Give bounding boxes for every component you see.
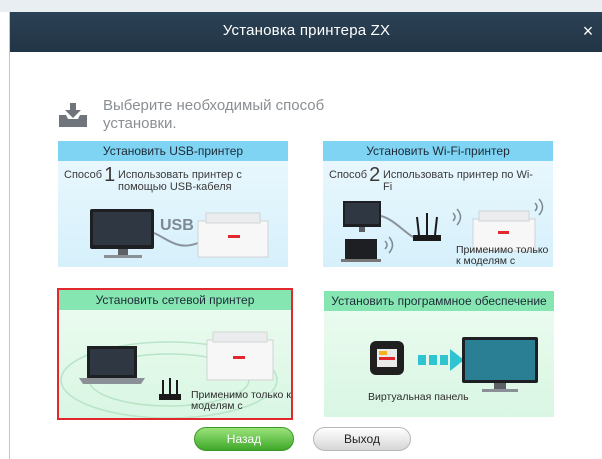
network-printer-card[interactable]: Установить сетевой принтер Применимо тол [57,288,293,420]
usb-card-body: Способ 1 Использовать принтер с помощью U… [58,161,288,267]
virtual-panel-caption: Виртуальная панель [368,391,469,403]
wifi-signal-icon [452,208,462,226]
usb-label: USB [160,217,194,234]
usb-illustration: USB [90,209,269,258]
wifi-note: Применимо только к моделям с поддержкой … [456,245,549,267]
desktop-strip [0,0,602,12]
usb-printer-card[interactable]: Установить USB-принтер Способ 1 Использов… [58,141,288,267]
router-icon [159,394,181,400]
router-icon [413,235,441,241]
back-button[interactable]: Назад [194,427,294,451]
usb-card-header: Установить USB-принтер [58,141,288,161]
wifi-card-body: Способ 2 Использовать принтер по Wi-Fi П… [323,161,553,267]
network-note: Применимо только к моделям с [191,390,291,412]
window-title: Установка принтера ZX [222,22,391,39]
arrow-right-icon [450,349,464,371]
exit-button[interactable]: Выход [313,427,411,451]
install-software-card[interactable]: Установить программное обеспечение Вирту [324,291,554,417]
network-card-body: Применимо только к моделям с [59,310,291,418]
wifi-card-header: Установить Wi-Fi-принтер [323,141,553,161]
close-button[interactable]: × [577,19,599,43]
printer-icon [197,220,269,258]
software-card-header: Установить программное обеспечение [324,291,554,311]
wifi-printer-card[interactable]: Установить Wi-Fi-принтер Способ 2 Использ… [323,141,553,267]
network-card-header: Установить сетевой принтер [59,290,291,310]
laptop-icon [345,239,377,259]
heading-text: Выберите необходимый способ установки. [103,97,325,132]
title-bar: Установка принтера ZX × [10,12,602,52]
printer-icon [206,339,274,381]
software-card-body: Виртуальная панель [324,311,554,417]
installer-window: Установка принтера ZX × Выберите необход… [9,12,602,459]
download-tray-icon [59,103,87,127]
